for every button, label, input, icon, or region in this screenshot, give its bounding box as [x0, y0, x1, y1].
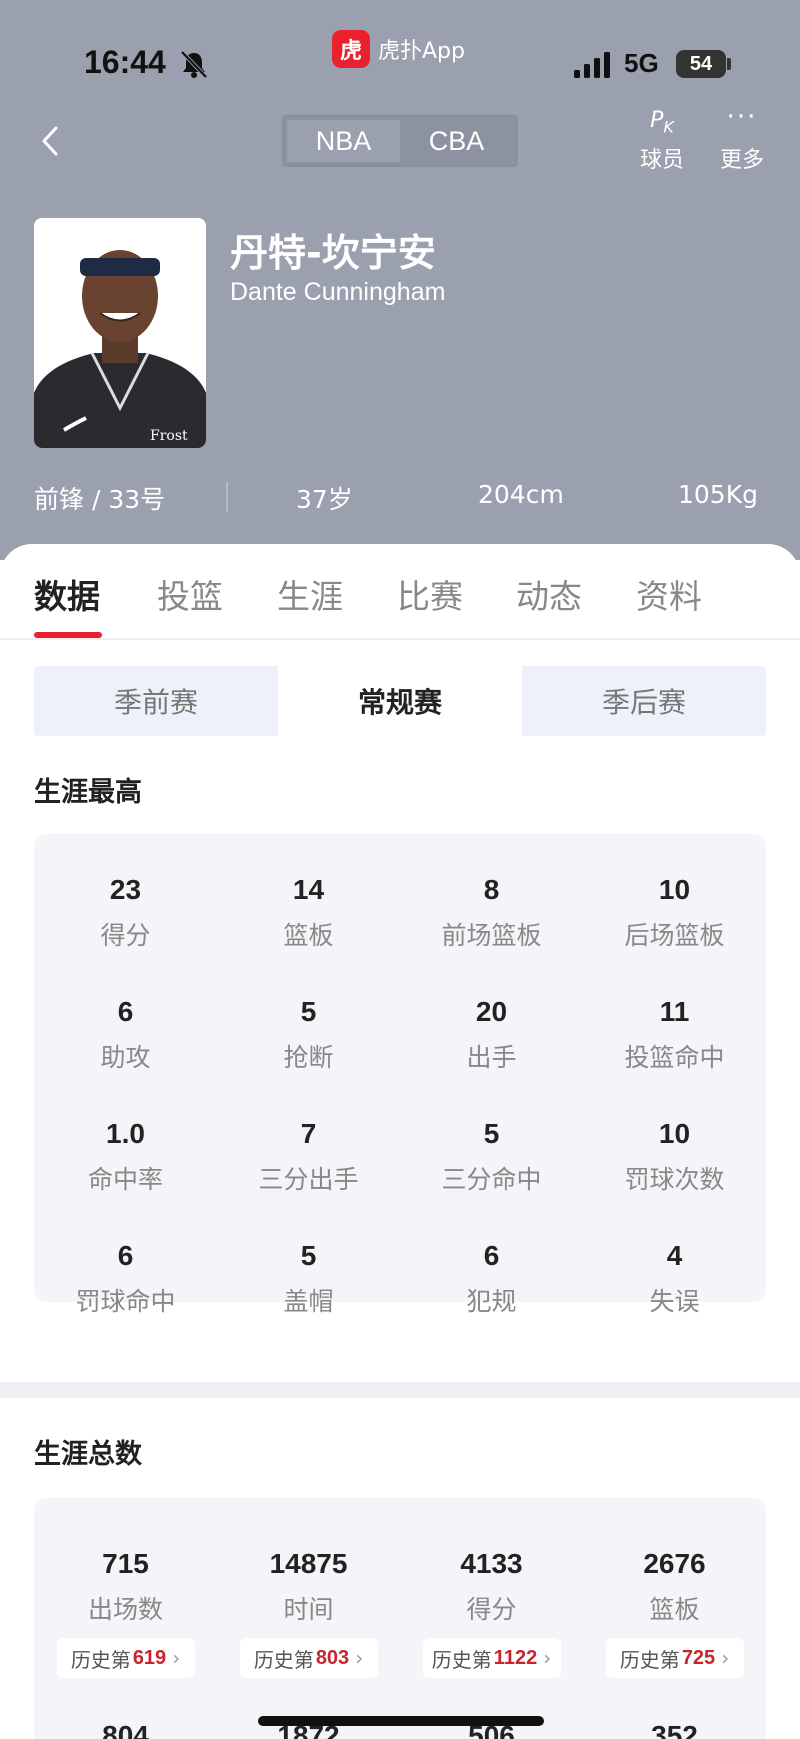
- stat-item: 6 犯规: [466, 1240, 517, 1316]
- player-photo: Frost: [34, 218, 206, 448]
- chevron-right-icon: ›: [721, 1646, 730, 1670]
- pk-label: 球员: [639, 148, 684, 173]
- stat-item: 10 后场篮板: [624, 874, 725, 950]
- battery-cap: [727, 58, 731, 70]
- tab-news[interactable]: 动态: [516, 570, 582, 618]
- player-position: 前锋 / 33号: [34, 485, 166, 514]
- status-bar: 16:44 虎 虎扑App 5G 54: [0, 0, 800, 120]
- history-rank-button[interactable]: 历史第 803 ›: [239, 1638, 378, 1678]
- player-bio: 前锋 / 33号 37岁 204cm 105Kg: [34, 476, 766, 516]
- back-icon[interactable]: [36, 122, 64, 160]
- status-time: 16:44: [84, 44, 166, 80]
- stat-item: 1.0 命中率: [87, 1118, 163, 1194]
- tab-active-indicator: [34, 632, 102, 638]
- chevron-right-icon: ›: [543, 1646, 552, 1670]
- bio-divider: [226, 482, 228, 512]
- tab-shooting[interactable]: 投篮: [157, 570, 223, 618]
- league-toggle: NBA CBA: [282, 115, 518, 167]
- stat-item: 715 出场数 历史第 619 ›: [34, 1548, 217, 1678]
- signal-icon: [574, 52, 610, 78]
- more-label: 更多: [719, 148, 764, 173]
- hupu-logo-icon: 虎: [332, 30, 370, 68]
- player-header: 16:44 虎 虎扑App 5G 54 NBA CBA PK 球员 ··· 更多…: [0, 0, 800, 560]
- stat-item: 14 篮板: [283, 874, 334, 950]
- stat-item: 10 罚球次数: [624, 1118, 725, 1194]
- player-name-en: Dante Cunningham: [230, 278, 446, 306]
- career-total-title: 生涯总数: [34, 1439, 142, 1470]
- season-preseason[interactable]: 季前赛: [34, 666, 278, 736]
- stat-item: 5 盖帽: [283, 1240, 334, 1316]
- stat-item: 5 三分命中: [441, 1118, 542, 1194]
- league-cba[interactable]: CBA: [400, 120, 513, 162]
- tab-bar: 数据 投篮 生涯 比赛 动态 资料: [0, 544, 800, 640]
- stat-item: 4133 得分 历史第 1122 ›: [400, 1548, 583, 1678]
- svg-text:Frost: Frost: [150, 428, 188, 444]
- battery-icon: 54: [676, 50, 726, 78]
- more-icon: ···: [726, 102, 758, 132]
- player-height: 204cm: [478, 480, 564, 509]
- history-rank-button[interactable]: 历史第 725 ›: [605, 1638, 744, 1678]
- player-avatar: Frost: [34, 218, 206, 448]
- history-rank-button[interactable]: 历史第 1122 ›: [422, 1638, 561, 1678]
- stat-item: 6 助攻: [100, 996, 151, 1072]
- pk-button[interactable]: PK 球员: [632, 108, 692, 174]
- career-high-title: 生涯最高: [34, 777, 142, 808]
- stat-item: 4 失误: [649, 1240, 700, 1316]
- career-total-card: 715 出场数 历史第 619 › 14875 时间 历史第 803 › 4133 得分…: [34, 1498, 766, 1739]
- stat-item: 2676 篮板 历史第 725 ›: [583, 1548, 766, 1678]
- network-type: 5G: [624, 48, 659, 78]
- chevron-right-icon: ›: [355, 1646, 364, 1670]
- app-badge[interactable]: 虎 虎扑App: [332, 30, 465, 68]
- stat-item: 804: [102, 1720, 149, 1739]
- bell-muted-icon: [180, 50, 208, 79]
- player-weight: 105Kg: [678, 480, 758, 509]
- season-toggle: 季前赛 常规赛 季后赛: [34, 666, 766, 736]
- chevron-right-icon: ›: [172, 1646, 181, 1670]
- tab-data[interactable]: 数据: [34, 570, 100, 618]
- season-regular[interactable]: 常规赛: [278, 666, 522, 736]
- league-nba[interactable]: NBA: [287, 120, 400, 162]
- stat-item: 8 前场篮板: [441, 874, 542, 950]
- stat-item: 7 三分出手: [258, 1118, 359, 1194]
- tab-profile[interactable]: 资料: [636, 570, 702, 618]
- tab-career[interactable]: 生涯: [277, 570, 343, 618]
- home-indicator[interactable]: [258, 1716, 544, 1726]
- stat-item: 11 投篮命中: [624, 996, 725, 1072]
- stat-item: 5 抢断: [283, 996, 334, 1072]
- tab-games[interactable]: 比赛: [397, 570, 463, 618]
- stat-item: 23 得分: [100, 874, 151, 950]
- history-rank-button[interactable]: 历史第 619 ›: [56, 1638, 195, 1678]
- player-age: 37岁: [296, 485, 353, 514]
- career-high-card: 23 得分 14 篮板 8 前场篮板 10 后场篮板 6 助攻 5 抢断 20 出手 11 投篮…: [34, 834, 766, 1316]
- player-name-cn: 丹特-坎宁安: [230, 231, 436, 275]
- pk-icon: PK: [650, 108, 674, 137]
- stat-item: 20 出手: [466, 996, 517, 1072]
- stat-item: 352: [651, 1720, 698, 1739]
- season-playoffs[interactable]: 季后赛: [522, 666, 766, 736]
- stat-item: 6 罚球命中: [75, 1240, 176, 1316]
- app-name: 虎扑App: [378, 39, 465, 64]
- more-button[interactable]: ··· 更多: [712, 102, 772, 174]
- section-divider: [0, 1382, 800, 1398]
- stat-item: 14875 时间 历史第 803 ›: [217, 1548, 400, 1678]
